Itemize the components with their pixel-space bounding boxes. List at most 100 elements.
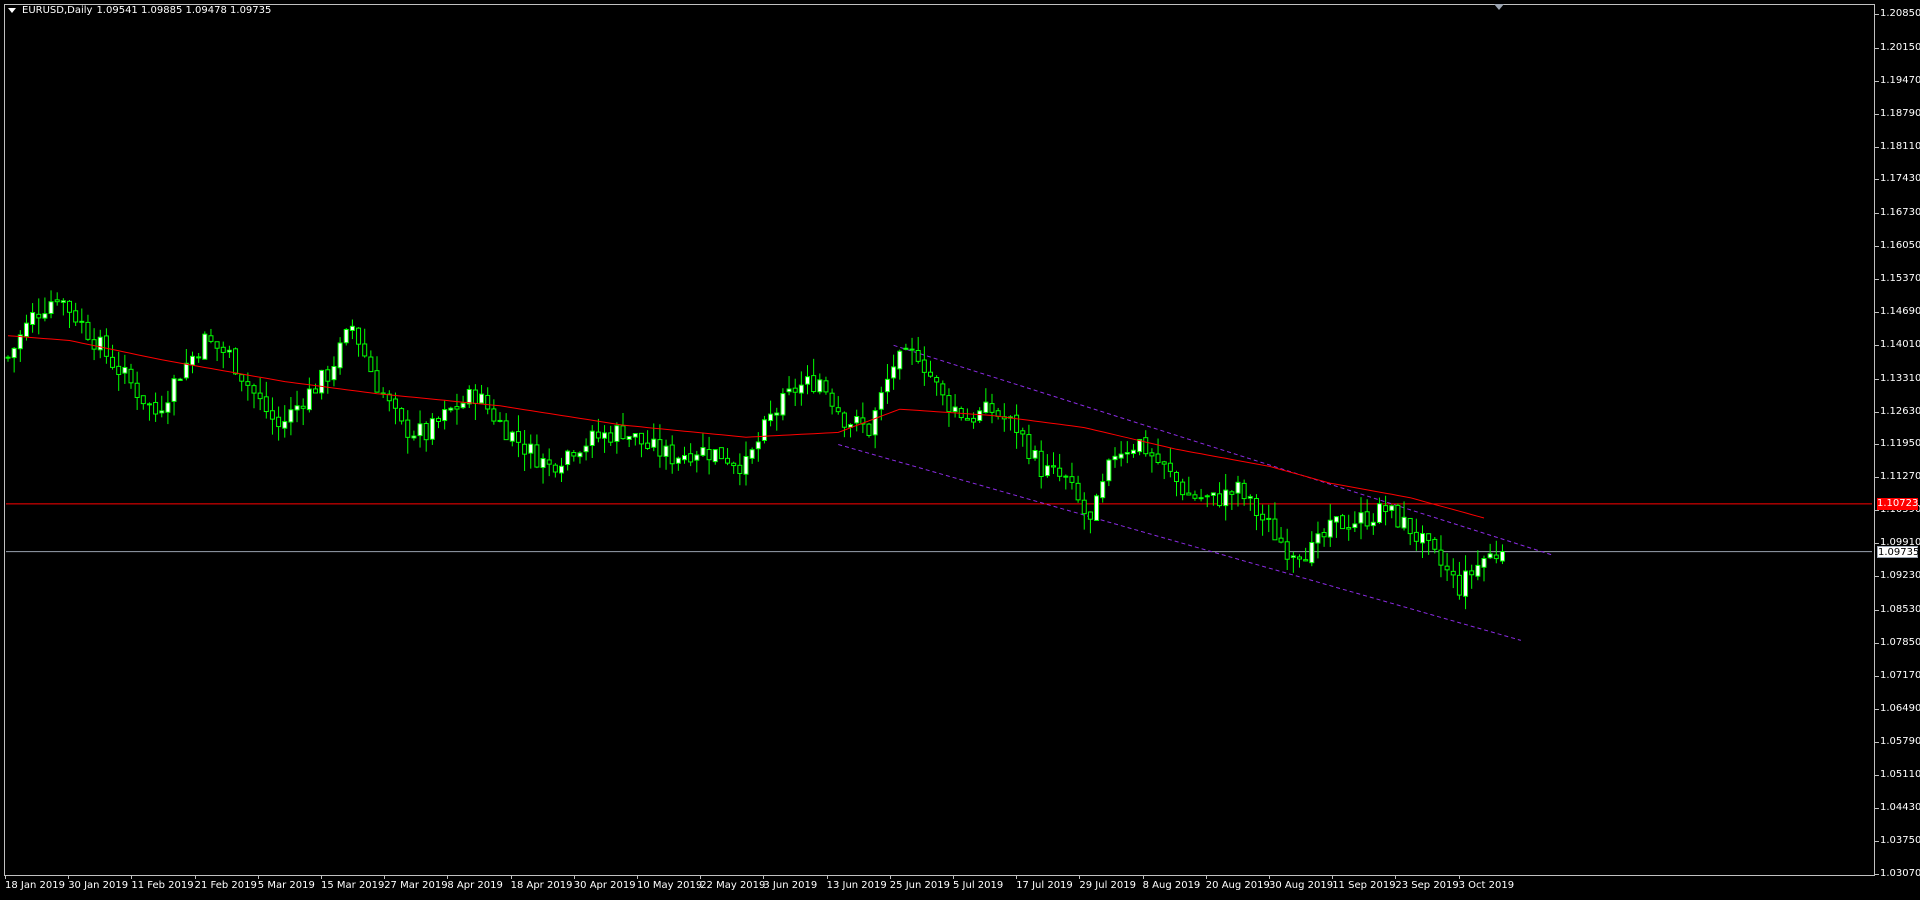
candle [1038, 440, 1044, 489]
candle [177, 377, 183, 382]
candle [1290, 551, 1296, 573]
candle [1063, 474, 1069, 490]
candle [454, 393, 460, 425]
chart-window[interactable]: EURUSD,Daily 1.09541 1.09885 1.09478 1.0… [0, 0, 1920, 900]
candle [1130, 443, 1136, 458]
candle-body [269, 410, 275, 420]
candle-body [884, 378, 890, 393]
candle [1469, 564, 1475, 589]
candle [860, 402, 866, 434]
candle [214, 341, 220, 362]
candle-body [1087, 511, 1093, 520]
candle-body [1321, 531, 1327, 538]
candle [866, 423, 872, 438]
candle [731, 461, 737, 474]
candle [423, 421, 429, 452]
candle-body [761, 419, 767, 441]
bid-price-badge: 1.09735 [1877, 545, 1920, 558]
candle-body [1383, 505, 1389, 513]
candle-body [718, 447, 724, 460]
date-tick-label: 11 Feb 2019 [131, 875, 194, 891]
candle [829, 388, 835, 415]
candle-body [915, 349, 921, 362]
candle-body [165, 402, 171, 413]
candle [1321, 528, 1327, 547]
candle [362, 328, 368, 358]
candle-body [1057, 467, 1063, 477]
candle-body [1124, 452, 1130, 455]
candle [675, 456, 681, 471]
chevron-down-icon[interactable] [8, 8, 16, 13]
candle [891, 354, 897, 390]
candle-body [749, 449, 755, 459]
candle-body [571, 452, 577, 457]
candle-body [872, 410, 878, 436]
candle [620, 413, 626, 440]
date-tick-label: 3 Oct 2019 [1458, 875, 1515, 891]
candle-body [110, 356, 116, 368]
candlestick-chart[interactable] [0, 0, 1920, 900]
price-tick-label: 1.16050 [1874, 240, 1920, 252]
price-tick-label: 1.16730 [1874, 207, 1920, 219]
candle [1069, 462, 1075, 490]
candle [1499, 544, 1505, 565]
candle-body [5, 356, 11, 359]
candle-body [1167, 462, 1173, 472]
candle-body [928, 371, 933, 377]
candle-body [1180, 481, 1186, 496]
candle-body [940, 383, 946, 396]
candle [165, 390, 171, 425]
candle [595, 418, 601, 443]
candle [1075, 475, 1081, 503]
candle-body [1149, 452, 1155, 457]
candle [1333, 516, 1339, 538]
candle-body [220, 346, 226, 353]
date-tick-label: 22 May 2019 [700, 875, 766, 891]
candle-body [448, 407, 454, 411]
chart-shift-marker-icon[interactable] [1494, 4, 1504, 10]
candle-body [1247, 496, 1253, 499]
candle [522, 430, 528, 471]
candle-body [626, 435, 632, 440]
candle-body [1229, 491, 1235, 495]
candle-body [343, 328, 349, 344]
price-tick-label: 1.18110 [1874, 140, 1920, 152]
ohlc-readout: 1.09541 1.09885 1.09478 1.09735 [96, 5, 272, 16]
candle [103, 328, 109, 364]
candle-body [48, 301, 54, 314]
candle [577, 451, 583, 464]
candle [1284, 528, 1290, 571]
candle [220, 341, 226, 369]
candle-body [337, 342, 343, 369]
candle-body [485, 394, 491, 410]
candle [854, 409, 860, 432]
candle [263, 381, 269, 419]
date-tick-label: 8 Apr 2019 [447, 875, 503, 891]
candle-body [1020, 430, 1026, 435]
candle-body [540, 458, 546, 469]
candle [190, 351, 195, 374]
price-tick-label: 1.06490 [1874, 702, 1920, 714]
candle [1100, 473, 1106, 503]
candle-body [1333, 516, 1339, 523]
price-tick-label: 1.20850 [1874, 8, 1920, 19]
candle-body [1376, 503, 1382, 523]
candle-body [1297, 556, 1302, 560]
candle-body [1100, 481, 1106, 499]
candle-body [208, 335, 214, 342]
candle-body [1223, 489, 1229, 507]
candle-body [1063, 475, 1069, 478]
candle [1198, 488, 1204, 502]
candle-body [737, 464, 743, 474]
candle [614, 422, 620, 454]
candle-body [638, 432, 644, 445]
candle [392, 392, 398, 425]
price-tick-label: 1.15370 [1874, 273, 1920, 285]
date-tick-label: 11 Sep 2019 [1332, 875, 1396, 891]
candle-body [85, 321, 91, 340]
candle-body [559, 465, 564, 474]
candle [466, 385, 472, 408]
candle-body [325, 369, 331, 382]
price-tick-label: 1.13310 [1874, 372, 1920, 384]
candle [805, 365, 810, 395]
